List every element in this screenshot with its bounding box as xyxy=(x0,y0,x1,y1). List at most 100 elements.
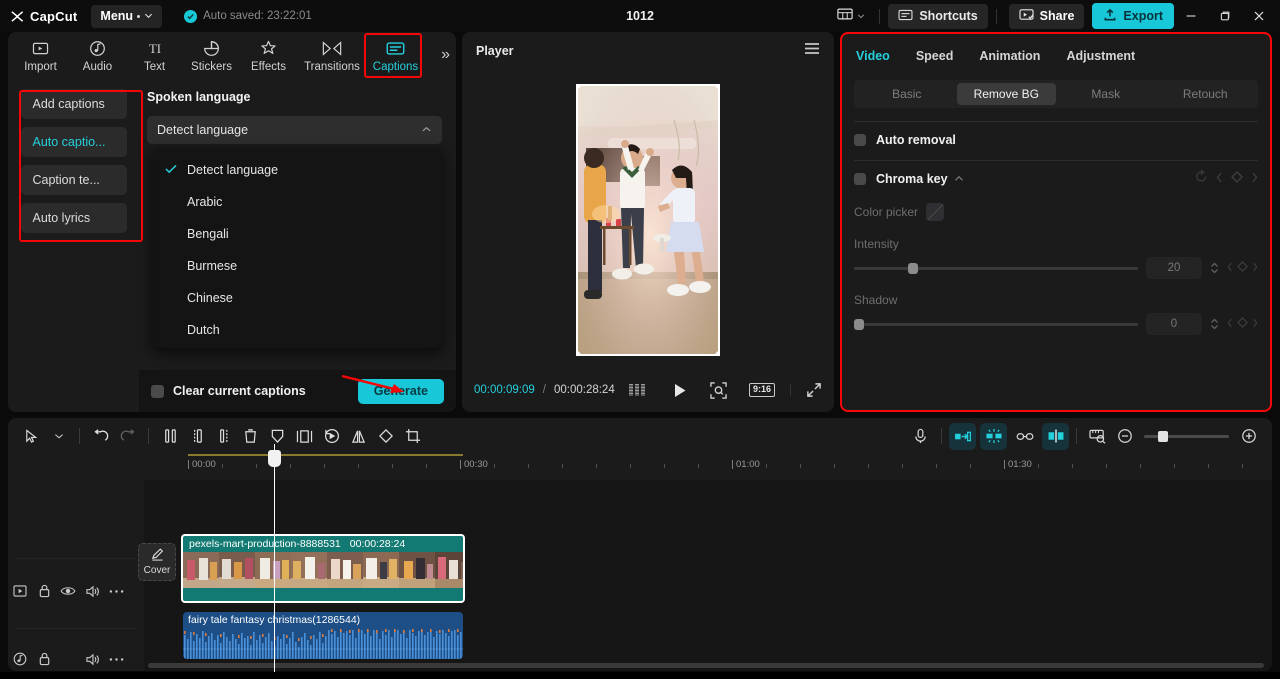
generate-button[interactable]: Generate xyxy=(357,378,444,404)
reverse-icon[interactable] xyxy=(318,423,345,450)
keyframe-add-icon[interactable] xyxy=(1237,261,1248,275)
volume-icon[interactable] xyxy=(80,653,104,666)
timeline-ruler[interactable]: 00:00 00:30 01:00 01:30 xyxy=(8,454,1272,480)
microphone-icon[interactable] xyxy=(907,423,934,450)
share-button[interactable]: Share xyxy=(1008,3,1085,29)
dropdown-option[interactable]: Dutch xyxy=(153,314,442,346)
audio-clip[interactable]: fairy tale fantasy christmas(1286544) xyxy=(183,612,463,659)
nav-item-captions[interactable]: Captions xyxy=(367,33,424,79)
chroma-key-toggle[interactable] xyxy=(854,173,866,185)
subtab-retouch[interactable]: Retouch xyxy=(1156,83,1256,105)
split-left-icon[interactable] xyxy=(156,423,183,450)
chevron-down-icon[interactable] xyxy=(45,423,72,450)
dropdown-option[interactable]: Chinese xyxy=(153,282,442,314)
nav-item-audio[interactable]: Audio xyxy=(69,33,126,79)
crop-frame-icon[interactable] xyxy=(291,423,318,450)
nav-item-stickers[interactable]: Stickers xyxy=(183,33,240,79)
more-icon[interactable] xyxy=(104,589,128,594)
video-clip[interactable]: pexels-mart-production-8888531 00:00:28:… xyxy=(181,534,465,603)
intensity-stepper[interactable] xyxy=(1210,261,1219,275)
ruler-icon[interactable] xyxy=(1084,423,1111,450)
nav-item-effects[interactable]: Effects xyxy=(240,33,297,79)
keyframe-next-icon[interactable] xyxy=(1252,262,1258,275)
link-icon[interactable] xyxy=(1011,423,1038,450)
reset-icon[interactable] xyxy=(1195,169,1208,188)
subnav-item-caption-templates[interactable]: Caption te... xyxy=(20,165,127,195)
delete-icon[interactable] xyxy=(237,423,264,450)
keyframe-prev-icon[interactable] xyxy=(1227,262,1233,275)
split-right-icon[interactable] xyxy=(183,423,210,450)
undo-icon[interactable] xyxy=(87,423,114,450)
volume-icon[interactable] xyxy=(80,585,104,598)
quality-icon[interactable] xyxy=(628,384,647,396)
audio-type-icon[interactable] xyxy=(8,652,32,666)
maximize-button[interactable] xyxy=(1208,0,1242,32)
minimize-button[interactable] xyxy=(1174,0,1208,32)
dropdown-option[interactable]: Bengali xyxy=(153,218,442,250)
menu-button[interactable]: Menu xyxy=(91,4,163,28)
cover-button[interactable]: Cover xyxy=(138,543,176,581)
dropdown-option[interactable]: Burmese xyxy=(153,250,442,282)
keyframe-prev-icon[interactable] xyxy=(1227,318,1233,331)
subnav-item-auto-lyrics[interactable]: Auto lyrics xyxy=(20,203,127,233)
shadow-slider-knob[interactable] xyxy=(854,318,864,330)
expand-nav-button[interactable]: » xyxy=(441,46,450,64)
keyframe-next-icon[interactable] xyxy=(1251,170,1258,188)
crop-handle-bottom-right[interactable] xyxy=(713,349,718,354)
select-tool-icon[interactable] xyxy=(18,423,45,450)
intensity-value[interactable]: 20 xyxy=(1146,257,1202,279)
keyframe-add-icon[interactable] xyxy=(1237,317,1248,331)
shadow-stepper[interactable] xyxy=(1210,317,1219,331)
zoom-in-icon[interactable] xyxy=(1235,423,1262,450)
subtab-basic[interactable]: Basic xyxy=(857,83,957,105)
eye-icon[interactable] xyxy=(56,585,80,597)
shadow-slider-track[interactable] xyxy=(854,318,1138,330)
subtab-remove-bg[interactable]: Remove BG xyxy=(956,83,1056,105)
keyframe-next-icon[interactable] xyxy=(1252,318,1258,331)
shortcuts-button[interactable]: Shortcuts xyxy=(888,3,988,29)
chevron-up-icon[interactable] xyxy=(954,174,964,184)
auto-cut-icon[interactable] xyxy=(949,422,976,450)
layout-switch-button[interactable] xyxy=(831,3,871,30)
playhead-handle[interactable] xyxy=(268,450,281,467)
redo-icon[interactable] xyxy=(114,423,141,450)
keyframe-prev-icon[interactable] xyxy=(1216,170,1223,188)
crop-handle-bottom-left[interactable] xyxy=(578,349,583,354)
fullscreen-icon[interactable] xyxy=(806,382,822,398)
hamburger-icon[interactable] xyxy=(804,42,820,60)
subnav-item-auto-captions[interactable]: Auto captio... xyxy=(20,127,127,157)
track-type-icon[interactable] xyxy=(8,585,32,597)
intensity-slider-knob[interactable] xyxy=(907,262,918,274)
zoom-slider-knob[interactable] xyxy=(1158,430,1168,442)
subtab-mask[interactable]: Mask xyxy=(1056,83,1156,105)
tab-animation[interactable]: Animation xyxy=(979,49,1040,63)
play-icon[interactable] xyxy=(673,383,687,398)
zoom-slider-track[interactable] xyxy=(1144,430,1229,442)
more-icon[interactable] xyxy=(104,657,128,662)
freeze-icon[interactable] xyxy=(264,423,291,450)
tab-video[interactable]: Video xyxy=(856,49,890,63)
mirror-icon[interactable] xyxy=(345,423,372,450)
export-button[interactable]: Export xyxy=(1092,3,1174,29)
video-preview[interactable] xyxy=(576,84,720,356)
crop-handle-top-left[interactable] xyxy=(578,86,583,91)
subnav-item-add-captions[interactable]: Add captions xyxy=(20,89,127,119)
crop-handle-top-right[interactable] xyxy=(713,86,718,91)
nav-item-import[interactable]: Import xyxy=(12,33,69,79)
dropdown-option[interactable]: Arabic xyxy=(153,186,442,218)
clear-captions-checkbox[interactable] xyxy=(151,384,164,398)
auto-removal-toggle[interactable] xyxy=(854,134,866,146)
spoken-language-select[interactable]: Detect language xyxy=(147,116,442,144)
nav-item-transitions[interactable]: Transitions xyxy=(297,33,367,79)
crop-icon[interactable] xyxy=(399,423,426,450)
shadow-value[interactable]: 0 xyxy=(1146,313,1202,335)
lock-icon[interactable] xyxy=(32,584,56,598)
tab-adjustment[interactable]: Adjustment xyxy=(1066,49,1135,63)
rotate-icon[interactable] xyxy=(372,423,399,450)
keyframe-add-icon[interactable] xyxy=(1231,170,1243,188)
close-button[interactable] xyxy=(1242,0,1276,32)
color-picker-swatch[interactable] xyxy=(926,203,945,221)
aspect-ratio-button[interactable]: 9:16 xyxy=(748,383,775,397)
tab-speed[interactable]: Speed xyxy=(916,49,954,63)
nav-item-text[interactable]: TI Text xyxy=(126,33,183,79)
